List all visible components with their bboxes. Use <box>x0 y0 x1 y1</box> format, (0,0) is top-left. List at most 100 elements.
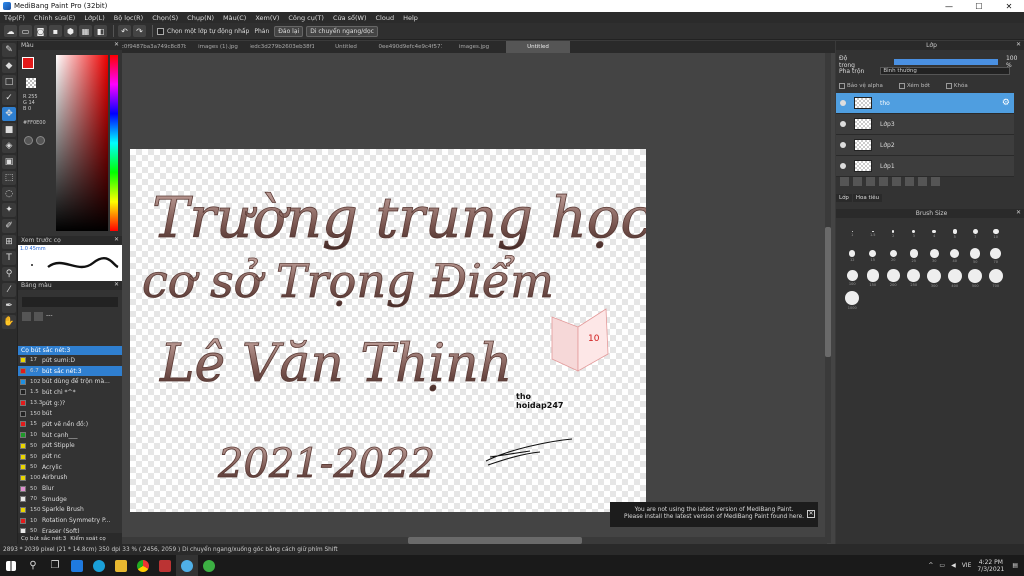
brush-list-item[interactable]: 17 pứt sumi:D <box>18 355 122 366</box>
layer-row[interactable]: Lớp2 <box>836 135 1014 156</box>
foreground-color-swatch[interactable] <box>22 57 34 69</box>
brush-size-option[interactable]: 3 <box>904 223 925 245</box>
gradient-tool-icon[interactable]: ▣ <box>2 155 16 169</box>
operation-tool-icon[interactable]: ⚲ <box>2 267 16 281</box>
menu-select[interactable]: Chọn(S) <box>152 14 178 22</box>
update-notification[interactable]: You are not using the latest version of … <box>610 502 818 527</box>
windows-store-icon[interactable] <box>66 555 88 576</box>
tab-brush[interactable]: Cọ bút sắc nét:3 <box>21 536 66 542</box>
edge-icon[interactable] <box>88 555 110 576</box>
scroll-thumb[interactable] <box>408 537 582 544</box>
visibility-eye-icon[interactable] <box>840 163 846 169</box>
brush-size-option[interactable]: 4 <box>924 223 945 245</box>
new-halftone-layer-icon[interactable] <box>853 177 862 186</box>
checkbox-box[interactable] <box>157 27 164 35</box>
tab-layer[interactable]: Lớp <box>836 194 852 202</box>
menu-tools[interactable]: Công cụ(T) <box>288 14 324 22</box>
brush-size-option[interactable]: 20 <box>883 245 904 267</box>
tab-brush-control[interactable]: Kiểm soát cọ <box>70 536 106 542</box>
gear-icon[interactable]: ⚙ <box>1002 98 1010 108</box>
brush-size-option[interactable]: 300 <box>924 267 945 289</box>
checkbox-box[interactable] <box>945 83 952 89</box>
brush-size-option[interactable]: 50 <box>965 245 986 267</box>
brush-size-option[interactable]: 1.5 <box>863 223 884 245</box>
magic-wand-icon[interactable]: ✦ <box>2 203 16 217</box>
brush-size-option[interactable]: 70 <box>986 245 1007 267</box>
opacity-slider[interactable] <box>893 59 998 65</box>
brush-size-option[interactable]: 2 <box>883 223 904 245</box>
language-indicator[interactable]: VIE <box>962 562 972 569</box>
brush-list-item[interactable]: 100 Airbrush <box>18 473 122 484</box>
brush-size-option[interactable]: 400 <box>945 267 966 289</box>
document-tab-active[interactable]: Untitled <box>506 41 570 53</box>
brush-list-item[interactable]: 150 bút <box>18 408 122 419</box>
menu-edit[interactable]: Chỉnh sửa(E) <box>34 14 75 22</box>
new-8bit-layer-icon[interactable] <box>866 177 875 186</box>
layer-row[interactable]: tho ⚙ <box>836 93 1014 114</box>
brush-size-option[interactable]: 15 <box>863 245 884 267</box>
layer-row[interactable]: Lớp3 <box>836 114 1014 135</box>
brush-list-item[interactable]: 13.3 pứt g:)? <box>18 398 122 409</box>
background-color-swatch[interactable] <box>26 78 36 88</box>
checkbox-box[interactable] <box>898 83 905 89</box>
selection-tool-icon[interactable]: ⬚ <box>2 171 16 185</box>
brush-size-option[interactable]: 100 <box>842 267 863 289</box>
new-file-icon[interactable]: ▭ <box>19 25 32 37</box>
menu-filter[interactable]: Bộ lọc(R) <box>114 14 143 22</box>
menu-layer[interactable]: Lớp(L) <box>84 14 104 22</box>
menu-window[interactable]: Cửa sổ(W) <box>333 14 367 22</box>
color-mode-icon[interactable] <box>24 136 33 145</box>
bucket-tool-icon[interactable]: ◈ <box>2 139 16 153</box>
auto-select-layer-checkbox[interactable]: Chọn một lớp tự động nhấp <box>157 27 249 35</box>
notification-icon[interactable]: ▤ <box>1012 562 1018 569</box>
horizontal-scrollbar[interactable] <box>122 537 827 544</box>
fill-shape-icon[interactable]: ■ <box>2 123 16 137</box>
minimize-button[interactable]: — <box>934 2 964 11</box>
eyedropper-icon[interactable]: ⁄ <box>2 283 16 297</box>
open-icon[interactable]: ◙ <box>34 25 47 37</box>
clock[interactable]: 4:22 PM 7/3/2021 <box>977 559 1004 573</box>
text-tool-icon[interactable]: T <box>2 251 16 265</box>
lasso-tool-icon[interactable]: ◌ <box>2 187 16 201</box>
search-icon[interactable]: ⚲ <box>22 555 44 576</box>
brush-size-option[interactable]: 25 <box>904 245 925 267</box>
medibang-taskbar-icon[interactable] <box>176 555 198 576</box>
document-tab[interactable]: 9f3a3a68edc3d279b2603eb38f15307.jpg <box>250 41 314 53</box>
brush-list-item[interactable]: 10 Rotation Symmetry P... <box>18 515 122 526</box>
brush-list-item[interactable]: 50 Acrylic <box>18 462 122 473</box>
tab-navigator[interactable]: Hoa tiêu <box>852 194 883 202</box>
brush-size-option[interactable]: 12 <box>842 245 863 267</box>
grid-icon[interactable]: ▦ <box>79 25 92 37</box>
cloud-icon[interactable]: ☁ <box>4 25 17 37</box>
protect-alpha-checkbox[interactable]: Bảo vệ alpha <box>839 83 883 89</box>
maximize-button[interactable]: ☐ <box>964 2 994 11</box>
brush-tool-icon[interactable]: ✎ <box>2 43 16 57</box>
brush-list-item[interactable]: 6.7 bút sắc nét:3 <box>18 365 122 377</box>
panel-close-icon[interactable]: ✕ <box>114 281 119 288</box>
brush-size-option[interactable]: 40 <box>945 245 966 267</box>
brush-size-option[interactable]: 10 <box>986 223 1007 245</box>
explorer-icon[interactable] <box>110 555 132 576</box>
move-tool-icon[interactable]: ✥ <box>2 107 16 121</box>
merge-layer-icon[interactable] <box>918 177 927 186</box>
checkbox-box[interactable] <box>839 83 845 89</box>
hue-slider[interactable] <box>110 55 118 231</box>
brush-size-option[interactable]: 30 <box>924 245 945 267</box>
brush-size-option[interactable]: 1 <box>842 223 863 245</box>
document-tab[interactable]: Untitled <box>314 41 378 53</box>
brush-list-item[interactable]: 70 Smudge <box>18 494 122 505</box>
panel-close-icon[interactable]: ✕ <box>1016 209 1021 216</box>
eraser-tool-icon[interactable]: ◆ <box>2 59 16 73</box>
palette-bar[interactable] <box>22 297 118 307</box>
pen-tool-icon[interactable]: ✒ <box>2 299 16 313</box>
menu-view[interactable]: Xem(V) <box>255 14 279 22</box>
brush-size-option[interactable]: 150 <box>863 267 884 289</box>
filter-icon[interactable]: ◧ <box>94 25 107 37</box>
brush-list-item[interactable]: 10 bút cạnh___ <box>18 430 122 441</box>
visibility-eye-icon[interactable] <box>840 100 846 106</box>
add-palette-icon[interactable] <box>22 312 31 321</box>
blend-mode-select[interactable]: Bình thường <box>880 67 1011 75</box>
save-icon[interactable]: ▪ <box>49 25 62 37</box>
task-view-icon[interactable]: ❐ <box>44 555 66 576</box>
divide-tool-icon[interactable]: ⊞ <box>2 235 16 249</box>
